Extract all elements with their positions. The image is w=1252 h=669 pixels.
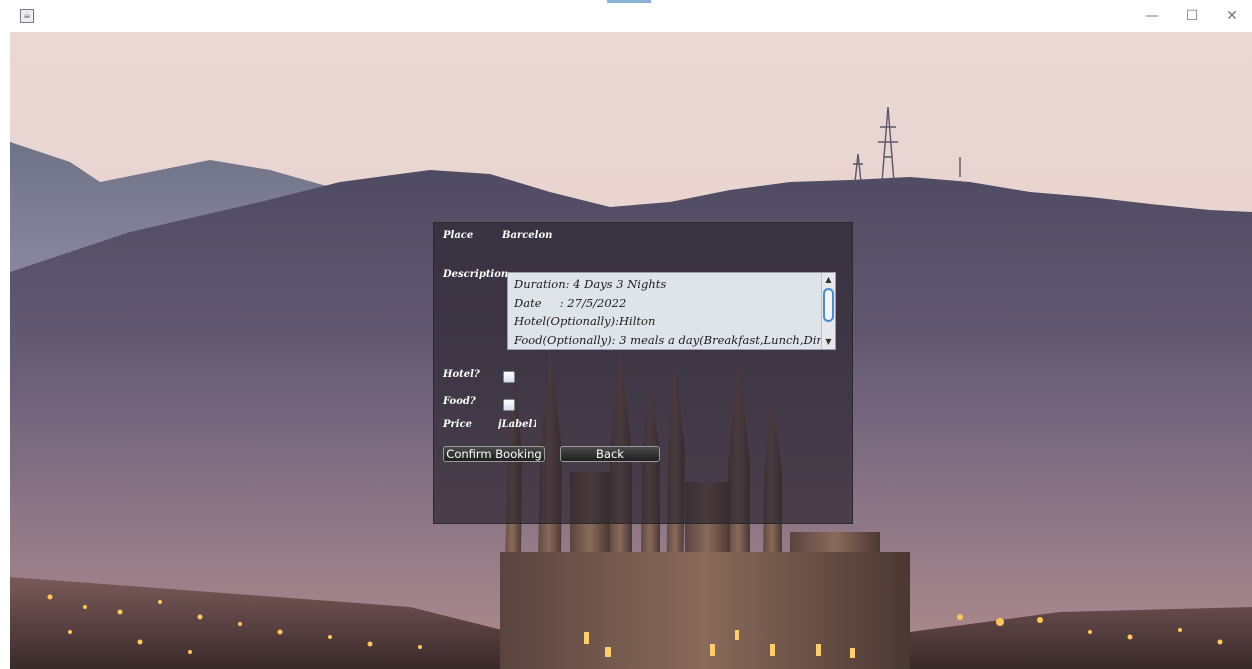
window-left-edge <box>0 0 10 669</box>
maximize-button[interactable]: ☐ <box>1172 0 1212 32</box>
food-label: Food? <box>443 396 476 407</box>
description-line: Hotel(Optionally):Hilton <box>514 314 656 328</box>
description-line: Date : 27/5/2022 <box>514 295 627 310</box>
back-button[interactable]: Back <box>560 446 660 462</box>
place-label: Place <box>443 230 474 241</box>
hotel-checkbox[interactable] <box>503 371 515 383</box>
description-line: Food(Optionally): 3 meals a day(Breakfas… <box>514 332 836 347</box>
food-checkbox[interactable] <box>503 399 515 411</box>
place-value: Barcelona <box>502 230 552 241</box>
window-titlebar <box>0 0 1252 32</box>
scroll-up-arrow-icon[interactable]: ▲ <box>822 274 835 286</box>
confirm-booking-button[interactable]: Confirm Booking <box>443 446 545 462</box>
price-value: jLabel1( <box>498 419 536 430</box>
description-line: Duration: 4 Days 3 Nights <box>514 277 667 291</box>
vertical-scrollbar[interactable]: ▲ ▼ <box>821 273 835 349</box>
close-button[interactable]: ✕ <box>1212 0 1252 32</box>
title-accent <box>607 0 651 3</box>
hotel-label: Hotel? <box>443 369 480 380</box>
description-textarea[interactable]: Duration: 4 Days 3 Nights Date : 27/5/20… <box>507 272 836 350</box>
description-text: Duration: 4 Days 3 Nights Date : 27/5/20… <box>514 275 836 349</box>
description-label: Description <box>443 269 509 280</box>
booking-panel <box>433 222 853 524</box>
scroll-down-arrow-icon[interactable]: ▼ <box>822 336 835 348</box>
window-controls: — ☐ ✕ <box>1132 0 1252 32</box>
scroll-thumb[interactable] <box>823 288 834 322</box>
java-icon[interactable]: ☕ <box>20 9 34 23</box>
minimize-button[interactable]: — <box>1132 0 1172 32</box>
price-label: Price <box>443 419 473 430</box>
